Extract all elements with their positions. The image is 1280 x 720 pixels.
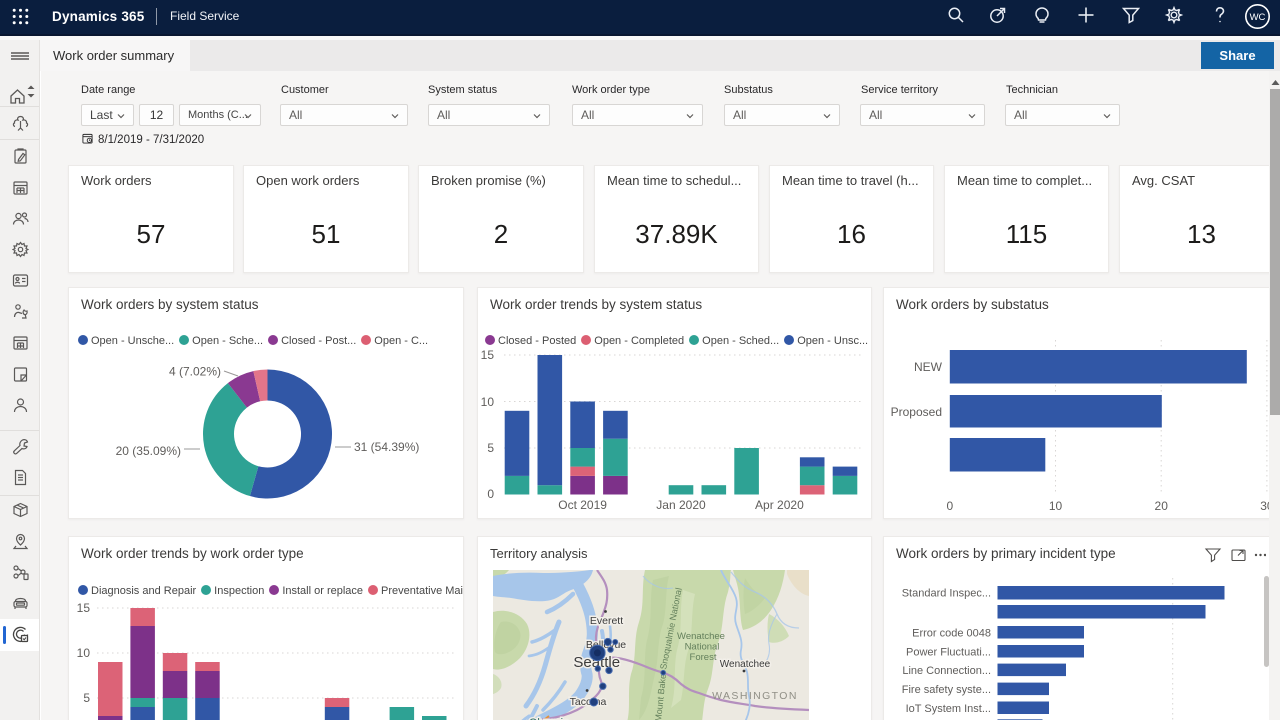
svg-text:20: 20 <box>1155 499 1169 513</box>
svg-text:Tacoma: Tacoma <box>570 696 607 708</box>
svg-text:0: 0 <box>946 499 953 513</box>
svg-text:WASHINGTON: WASHINGTON <box>712 690 798 702</box>
svg-text:Oct 2019: Oct 2019 <box>558 498 607 512</box>
svg-text:10: 10 <box>481 395 495 409</box>
svg-text:0: 0 <box>487 487 494 501</box>
svg-text:Jan 2020: Jan 2020 <box>656 498 706 512</box>
svg-text:Proposed: Proposed <box>891 405 942 419</box>
svg-text:15: 15 <box>481 348 495 362</box>
svg-text:15: 15 <box>77 601 91 615</box>
svg-text:Forest: Forest <box>690 652 717 663</box>
svg-text:Line Connection...: Line Connection... <box>902 665 991 677</box>
svg-text:20 (35.09%): 20 (35.09%) <box>116 444 181 458</box>
svg-text:Fire safety syste...: Fire safety syste... <box>902 684 991 696</box>
svg-text:5: 5 <box>487 441 494 455</box>
svg-text:WC: WC <box>1250 12 1266 23</box>
svg-text:Apr 2020: Apr 2020 <box>755 498 804 512</box>
svg-text:Wenatchee: Wenatchee <box>677 631 725 642</box>
svg-text:National: National <box>685 642 720 653</box>
svg-text:Everett: Everett <box>590 615 623 627</box>
svg-text:Error code 0048: Error code 0048 <box>912 627 991 639</box>
svg-text:IoT System Inst...: IoT System Inst... <box>906 703 991 715</box>
svg-text:5: 5 <box>83 691 90 705</box>
svg-text:NEW: NEW <box>914 360 943 374</box>
svg-text:4 (7.02%): 4 (7.02%) <box>169 365 221 379</box>
svg-text:Standard Inspec...: Standard Inspec... <box>902 588 991 600</box>
svg-text:Power Fluctuati...: Power Fluctuati... <box>906 646 991 658</box>
svg-text:10: 10 <box>77 646 91 660</box>
svg-text:Wenatchee: Wenatchee <box>720 659 771 670</box>
svg-text:31 (54.39%): 31 (54.39%) <box>354 440 419 454</box>
svg-text:10: 10 <box>1049 499 1063 513</box>
